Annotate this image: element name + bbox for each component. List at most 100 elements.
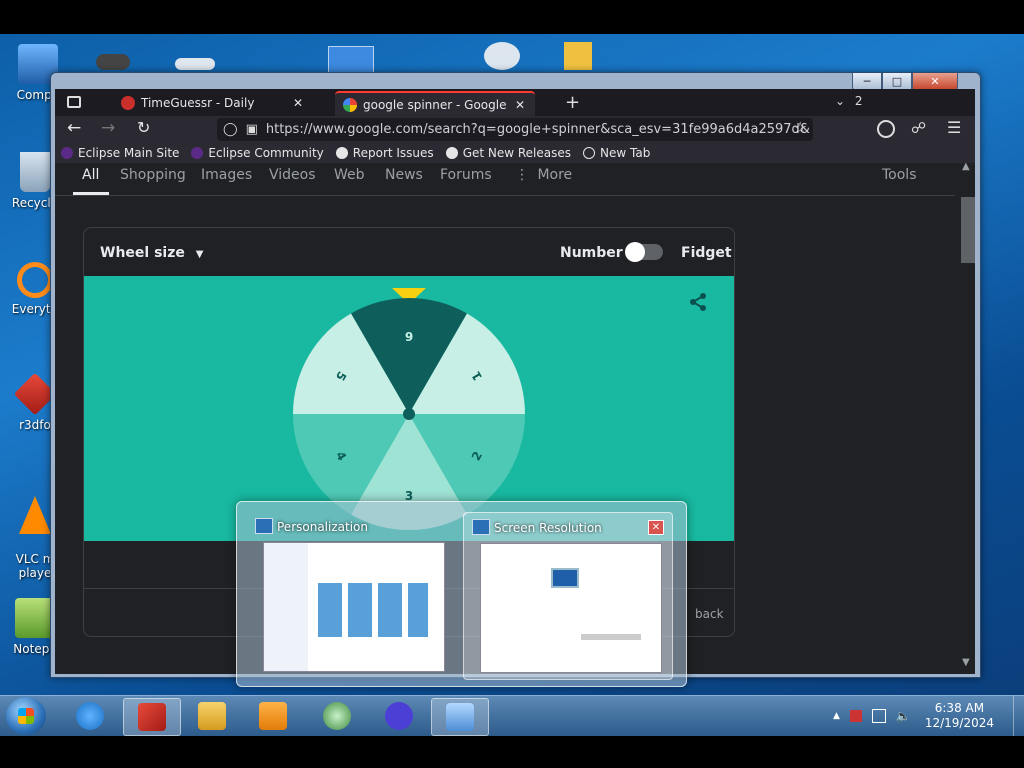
everything-icon bbox=[17, 262, 53, 298]
nav-bar: ← → ↻ ◯ ▣ https://www.google.com/search?… bbox=[55, 116, 975, 143]
share-icon[interactable] bbox=[688, 292, 708, 316]
control-panel-icon bbox=[446, 703, 474, 731]
tab-videos[interactable]: Videos bbox=[269, 167, 316, 183]
taskbar-media[interactable] bbox=[245, 698, 301, 734]
new-tab-plus-icon[interactable]: + bbox=[565, 92, 580, 113]
spinner-header: Wheel size ▼ Number Fidget bbox=[84, 228, 734, 276]
wheel-hub bbox=[403, 408, 415, 420]
bookmarks-bar: Eclipse Main Site Eclipse Community Repo… bbox=[55, 143, 975, 163]
desktop-icon-top-4[interactable] bbox=[484, 42, 520, 70]
personalization-icon bbox=[255, 518, 273, 534]
github-icon bbox=[335, 147, 348, 159]
forward-arrow-icon[interactable]: → bbox=[101, 118, 115, 138]
feedback-link[interactable]: back bbox=[695, 607, 724, 621]
close-tab-icon[interactable]: ✕ bbox=[515, 98, 525, 112]
page-scrollbar[interactable]: ▲ ▼ bbox=[957, 163, 975, 674]
taskbar-preview-popup: Personalization Screen Resolution ✕ bbox=[236, 501, 687, 687]
mode-toggle[interactable] bbox=[625, 242, 663, 262]
active-tab-underline bbox=[73, 192, 109, 195]
bookmark-get-new-releases[interactable]: Get New Releases bbox=[445, 146, 571, 160]
number-mode-label[interactable]: Number bbox=[560, 245, 623, 261]
eclipse-icon bbox=[61, 147, 73, 159]
tab-forums[interactable]: Forums bbox=[440, 167, 492, 183]
screen-resolution-icon bbox=[472, 519, 490, 535]
desktop-icon-top-2[interactable] bbox=[175, 58, 215, 70]
internet-explorer-icon bbox=[76, 702, 104, 730]
wheel-size-dropdown[interactable]: Wheel size ▼ bbox=[100, 245, 203, 261]
bookmark-eclipse-main[interactable]: Eclipse Main Site bbox=[61, 146, 179, 160]
f-app-icon bbox=[385, 702, 413, 730]
toggle-knob bbox=[625, 242, 645, 262]
timeguessr-favicon bbox=[121, 96, 135, 110]
address-bar[interactable]: ◯ ▣ https://www.google.com/search?q=goog… bbox=[217, 118, 813, 141]
reload-icon[interactable]: ↻ bbox=[137, 118, 150, 137]
fidget-mode-label[interactable]: Fidget bbox=[681, 245, 732, 261]
menu-hamburger-icon[interactable]: ☰ bbox=[947, 118, 961, 137]
tab-all[interactable]: All bbox=[82, 167, 99, 183]
back-arrow-icon[interactable]: ← bbox=[67, 118, 81, 138]
close-tab-icon[interactable]: ✕ bbox=[293, 96, 303, 110]
scroll-up-icon[interactable]: ▲ bbox=[962, 163, 970, 172]
close-preview-icon[interactable]: ✕ bbox=[648, 520, 664, 535]
extensions-icon[interactable]: ☍ bbox=[911, 119, 926, 137]
tab-bar: TimeGuessr - Daily ✕ google spinner - Go… bbox=[55, 89, 975, 117]
tab-overview-icon[interactable] bbox=[67, 96, 81, 108]
tab-timeguessr[interactable]: TimeGuessr - Daily ✕ bbox=[113, 91, 309, 115]
github-icon bbox=[445, 147, 458, 159]
screen-resolution-thumbnail bbox=[480, 543, 662, 673]
more-dots-icon: ⋮ bbox=[515, 167, 529, 183]
taskbar: ▲ 🔈 6:38 AM 12/19/2024 bbox=[0, 695, 1024, 736]
url-text[interactable]: https://www.google.com/search?q=google+s… bbox=[266, 122, 810, 137]
wheel-label-6: 6 bbox=[405, 329, 413, 343]
tools-button[interactable]: Tools bbox=[882, 167, 917, 183]
taskbar-f-app[interactable] bbox=[371, 698, 427, 734]
bookmark-star-icon[interactable]: ☆ bbox=[793, 118, 807, 137]
desktop-icon-top-5[interactable] bbox=[564, 42, 592, 70]
taskbar-r3dfox[interactable] bbox=[123, 698, 181, 736]
globe-icon bbox=[583, 147, 596, 159]
tab-shopping[interactable]: Shopping bbox=[120, 167, 186, 183]
bookmark-eclipse-community[interactable]: Eclipse Community bbox=[191, 146, 324, 160]
preview-personalization[interactable]: Personalization bbox=[247, 512, 455, 678]
caret-down-icon: ▼ bbox=[195, 249, 204, 260]
scroll-thumb[interactable] bbox=[961, 197, 975, 263]
bookmark-report-issues[interactable]: Report Issues bbox=[335, 146, 434, 160]
tab-news[interactable]: News bbox=[385, 167, 423, 183]
clock-date: 12/19/2024 bbox=[924, 716, 994, 730]
folder-icon bbox=[198, 702, 226, 730]
eclipse-icon bbox=[191, 147, 204, 159]
tab-more[interactable]: ⋮ More bbox=[515, 167, 572, 183]
scroll-down-icon[interactable]: ▼ bbox=[962, 657, 970, 668]
thumbnail-monitor bbox=[551, 568, 579, 588]
google-favicon bbox=[343, 98, 357, 112]
lock-icon: ▣ bbox=[245, 122, 258, 137]
desktop-icon-top-1[interactable] bbox=[96, 54, 130, 70]
bookmark-new-tab[interactable]: New Tab bbox=[583, 146, 650, 160]
show-desktop-button[interactable] bbox=[1013, 696, 1024, 736]
chevron-down-icon: ⌄ bbox=[835, 94, 846, 108]
tab-images[interactable]: Images bbox=[201, 167, 252, 183]
search-tabs: All Shopping Images Videos Web News Foru… bbox=[55, 163, 955, 196]
spinner-wheel[interactable]: 6 1 2 3 4 5 bbox=[289, 294, 529, 534]
taskbar-control-panel[interactable] bbox=[431, 698, 489, 736]
r3dfox-icon bbox=[138, 703, 166, 731]
system-tray: ▲ 🔈 6:38 AM 12/19/2024 bbox=[833, 696, 994, 736]
clock-time: 6:38 AM bbox=[934, 701, 985, 715]
taskbar-ie[interactable] bbox=[62, 698, 118, 734]
taskbar-explorer[interactable] bbox=[184, 698, 240, 734]
network-icon[interactable] bbox=[871, 709, 886, 723]
tab-list-button[interactable]: ⌄ 2 bbox=[835, 94, 863, 108]
account-icon[interactable] bbox=[877, 120, 895, 138]
tab-web[interactable]: Web bbox=[334, 167, 365, 183]
personalization-thumbnail bbox=[263, 542, 445, 672]
start-button[interactable] bbox=[6, 697, 46, 735]
clock[interactable]: 6:38 AM 12/19/2024 bbox=[925, 701, 994, 731]
action-center-icon[interactable] bbox=[849, 710, 862, 722]
taskbar-globe-app[interactable] bbox=[309, 698, 365, 734]
desktop-icon-top-3[interactable] bbox=[328, 46, 374, 74]
preview-screen-resolution[interactable]: Screen Resolution ✕ bbox=[463, 512, 673, 680]
volume-icon[interactable]: 🔈 bbox=[896, 709, 911, 723]
tab-google-spinner[interactable]: google spinner - Google Sea ✕ bbox=[335, 91, 535, 117]
tray-expand-icon[interactable]: ▲ bbox=[833, 711, 840, 721]
vlc-cone-icon bbox=[19, 496, 51, 534]
